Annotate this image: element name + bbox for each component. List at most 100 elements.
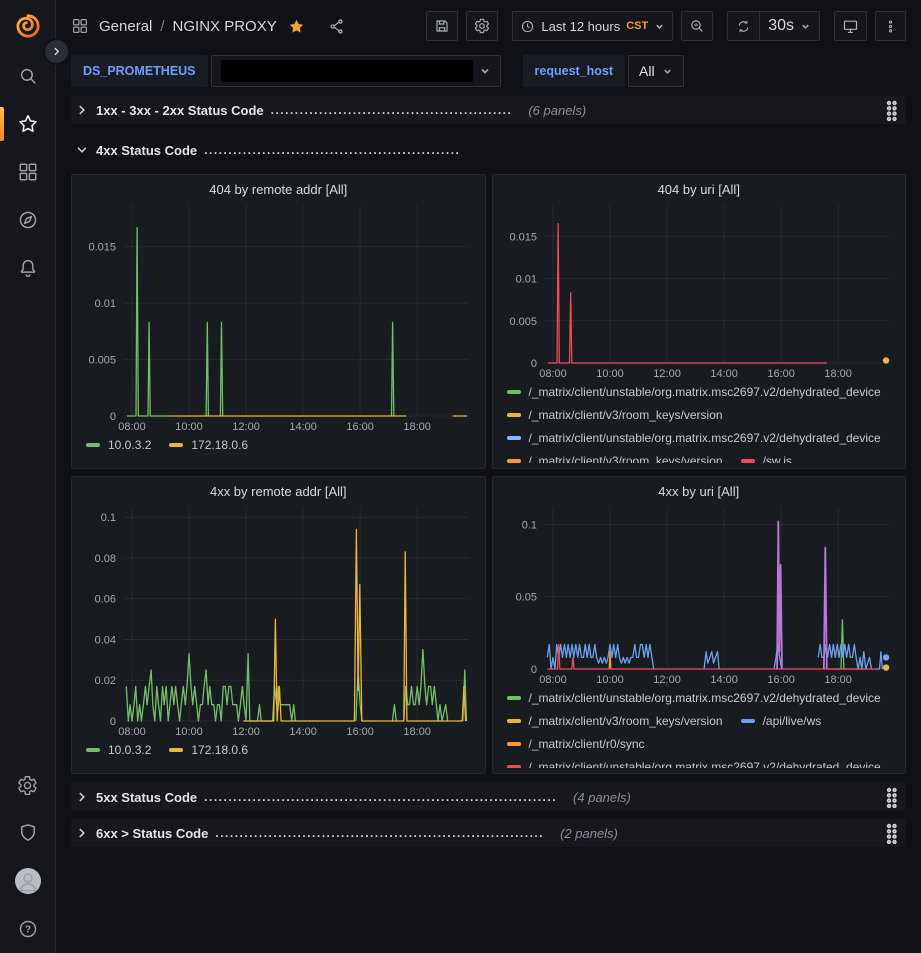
- sidebar-item-profile[interactable]: [0, 857, 55, 905]
- row-header-6xx[interactable]: 6xx > Status Code ......................…: [71, 819, 906, 847]
- refresh-group: 30s: [727, 11, 820, 41]
- svg-text:10:00: 10:00: [596, 674, 624, 686]
- chevron-down-icon: [662, 66, 673, 77]
- request-host-variable-select[interactable]: All: [628, 55, 684, 87]
- row-header-1xx-3xx-2xx[interactable]: 1xx - 3xx - 2xx Status Code ............…: [71, 96, 906, 124]
- panel-title[interactable]: 4xx by uri [All]: [501, 484, 898, 499]
- dashboard-settings-button[interactable]: [466, 11, 498, 41]
- legend-item[interactable]: /_matrix/client/unstable/org.matrix.msc2…: [507, 759, 881, 768]
- svg-text:08:00: 08:00: [118, 421, 146, 433]
- legend-item[interactable]: /_matrix/client/unstable/org.matrix.msc2…: [507, 690, 881, 705]
- legend-swatch: [741, 459, 755, 463]
- panel-title[interactable]: 4xx by remote addr [All]: [80, 484, 477, 499]
- sidebar-item-dashboards[interactable]: [0, 148, 55, 196]
- share-button[interactable]: [328, 18, 355, 35]
- grafana-app: ? General / NGINX PROXY: [0, 0, 921, 953]
- row-drag-handle[interactable]: [881, 785, 902, 810]
- svg-text:12:00: 12:00: [232, 421, 260, 433]
- refresh-interval-value: 30s: [768, 17, 794, 35]
- legend-item[interactable]: /sw.js: [741, 453, 792, 463]
- svg-text:10:00: 10:00: [175, 421, 203, 433]
- legend-swatch: [507, 719, 521, 723]
- sidebar-item-starred[interactable]: [0, 100, 55, 148]
- legend-item[interactable]: /_matrix/client/v3/room_keys/version: [507, 713, 723, 728]
- clock-icon: [520, 19, 535, 34]
- zoom-out-button[interactable]: [681, 11, 713, 41]
- svg-text:18:00: 18:00: [824, 674, 852, 686]
- svg-text:?: ?: [24, 925, 30, 936]
- row-header-5xx[interactable]: 5xx Status Code ........................…: [71, 783, 906, 811]
- sidebar-item-configuration[interactable]: [0, 761, 55, 809]
- row-leader-dots: ........................................…: [271, 103, 513, 117]
- legend-item[interactable]: /_matrix/client/r0/sync: [507, 736, 645, 751]
- row-title: 1xx - 3xx - 2xx Status Code: [96, 103, 264, 118]
- breadcrumb-title[interactable]: NGINX PROXY: [173, 18, 277, 35]
- legend-swatch: [507, 390, 521, 394]
- tv-mode-button[interactable]: [834, 11, 867, 41]
- legend-swatch: [169, 443, 183, 447]
- save-dashboard-button[interactable]: [426, 11, 458, 41]
- chevron-down-icon: [479, 65, 491, 77]
- legend-label: 172.18.0.6: [191, 743, 248, 757]
- kebab-vertical-icon: [883, 19, 898, 34]
- sidebar-item-server-admin[interactable]: [0, 809, 55, 857]
- panel-title[interactable]: 404 by remote addr [All]: [80, 182, 477, 197]
- svg-text:0.015: 0.015: [88, 242, 116, 254]
- row-drag-handle[interactable]: [881, 821, 902, 846]
- sidebar: ?: [0, 0, 56, 953]
- row-header-4xx[interactable]: 4xx Status Code ........................…: [71, 136, 906, 164]
- sidebar-item-explore[interactable]: [0, 196, 55, 244]
- row-title: 4xx Status Code: [96, 143, 197, 158]
- more-options-button[interactable]: [875, 11, 906, 41]
- row-leader-dots: ........................................…: [215, 826, 544, 840]
- request-host-variable-label: request_host: [523, 55, 626, 87]
- legend-item[interactable]: /_matrix/client/unstable/org.matrix.msc2…: [507, 384, 881, 399]
- panel-title[interactable]: 404 by uri [All]: [501, 182, 898, 197]
- refresh-interval-picker[interactable]: 30s: [759, 12, 819, 40]
- time-range-label: Last 12 hours: [541, 19, 620, 34]
- timeseries-chart[interactable]: 08:0010:0012:0014:0016:0018:0000.0050.01…: [501, 199, 898, 381]
- svg-text:0: 0: [110, 716, 116, 728]
- favorite-star-button[interactable]: [288, 18, 315, 35]
- legend-swatch: [507, 742, 521, 746]
- chevron-down-icon: [800, 21, 811, 32]
- svg-text:0: 0: [110, 411, 116, 423]
- legend-item[interactable]: /_matrix/client/v3/room_keys/version: [507, 453, 723, 463]
- svg-text:14:00: 14:00: [289, 421, 317, 433]
- legend-item[interactable]: 10.0.3.2: [86, 437, 151, 452]
- legend-swatch: [507, 413, 521, 417]
- legend-swatch: [86, 443, 100, 447]
- legend-item[interactable]: 172.18.0.6: [169, 437, 248, 452]
- legend-label: /api/live/ws: [763, 714, 822, 728]
- sidebar-item-help[interactable]: ?: [0, 905, 55, 953]
- timeseries-chart[interactable]: 08:0010:0012:0014:0016:0018:0000.050.1: [501, 501, 898, 687]
- legend-item[interactable]: /_matrix/client/unstable/org.matrix.msc2…: [507, 430, 881, 445]
- legend-item[interactable]: 172.18.0.6: [169, 742, 248, 757]
- sidebar-item-search[interactable]: [0, 52, 55, 100]
- legend-item[interactable]: 10.0.3.2: [86, 742, 151, 757]
- legend-label: 10.0.3.2: [108, 438, 151, 452]
- row-drag-handle[interactable]: [881, 98, 902, 123]
- svg-text:18:00: 18:00: [824, 368, 852, 380]
- breadcrumb-separator: /: [160, 18, 164, 35]
- chevron-down-icon: [75, 143, 89, 157]
- legend-label: /_matrix/client/r0/sync: [529, 737, 645, 751]
- refresh-button[interactable]: [728, 12, 759, 40]
- panel-legend: 10.0.3.2 172.18.0.6: [80, 739, 477, 763]
- legend-item[interactable]: /_matrix/client/v3/room_keys/version: [507, 407, 723, 422]
- breadcrumb-section[interactable]: General: [99, 18, 152, 35]
- chevron-right-icon: [51, 46, 62, 57]
- legend-label: 10.0.3.2: [108, 743, 151, 757]
- svg-text:18:00: 18:00: [403, 421, 431, 433]
- sidebar-expand-button[interactable]: [45, 40, 68, 63]
- bell-icon: [17, 257, 39, 279]
- time-range-picker[interactable]: Last 12 hours CST: [512, 11, 673, 41]
- timeseries-chart[interactable]: 08:0010:0012:0014:0016:0018:0000.020.040…: [80, 501, 477, 739]
- datasource-variable-select[interactable]: [211, 55, 501, 87]
- legend-item[interactable]: /api/live/ws: [741, 713, 822, 728]
- sidebar-item-alerting[interactable]: [0, 244, 55, 292]
- timeseries-chart[interactable]: 08:0010:0012:0014:0016:0018:0000.0050.01…: [80, 199, 477, 434]
- svg-text:14:00: 14:00: [289, 726, 317, 738]
- dashboards-grid-icon: [17, 161, 39, 183]
- monitor-icon: [842, 18, 859, 35]
